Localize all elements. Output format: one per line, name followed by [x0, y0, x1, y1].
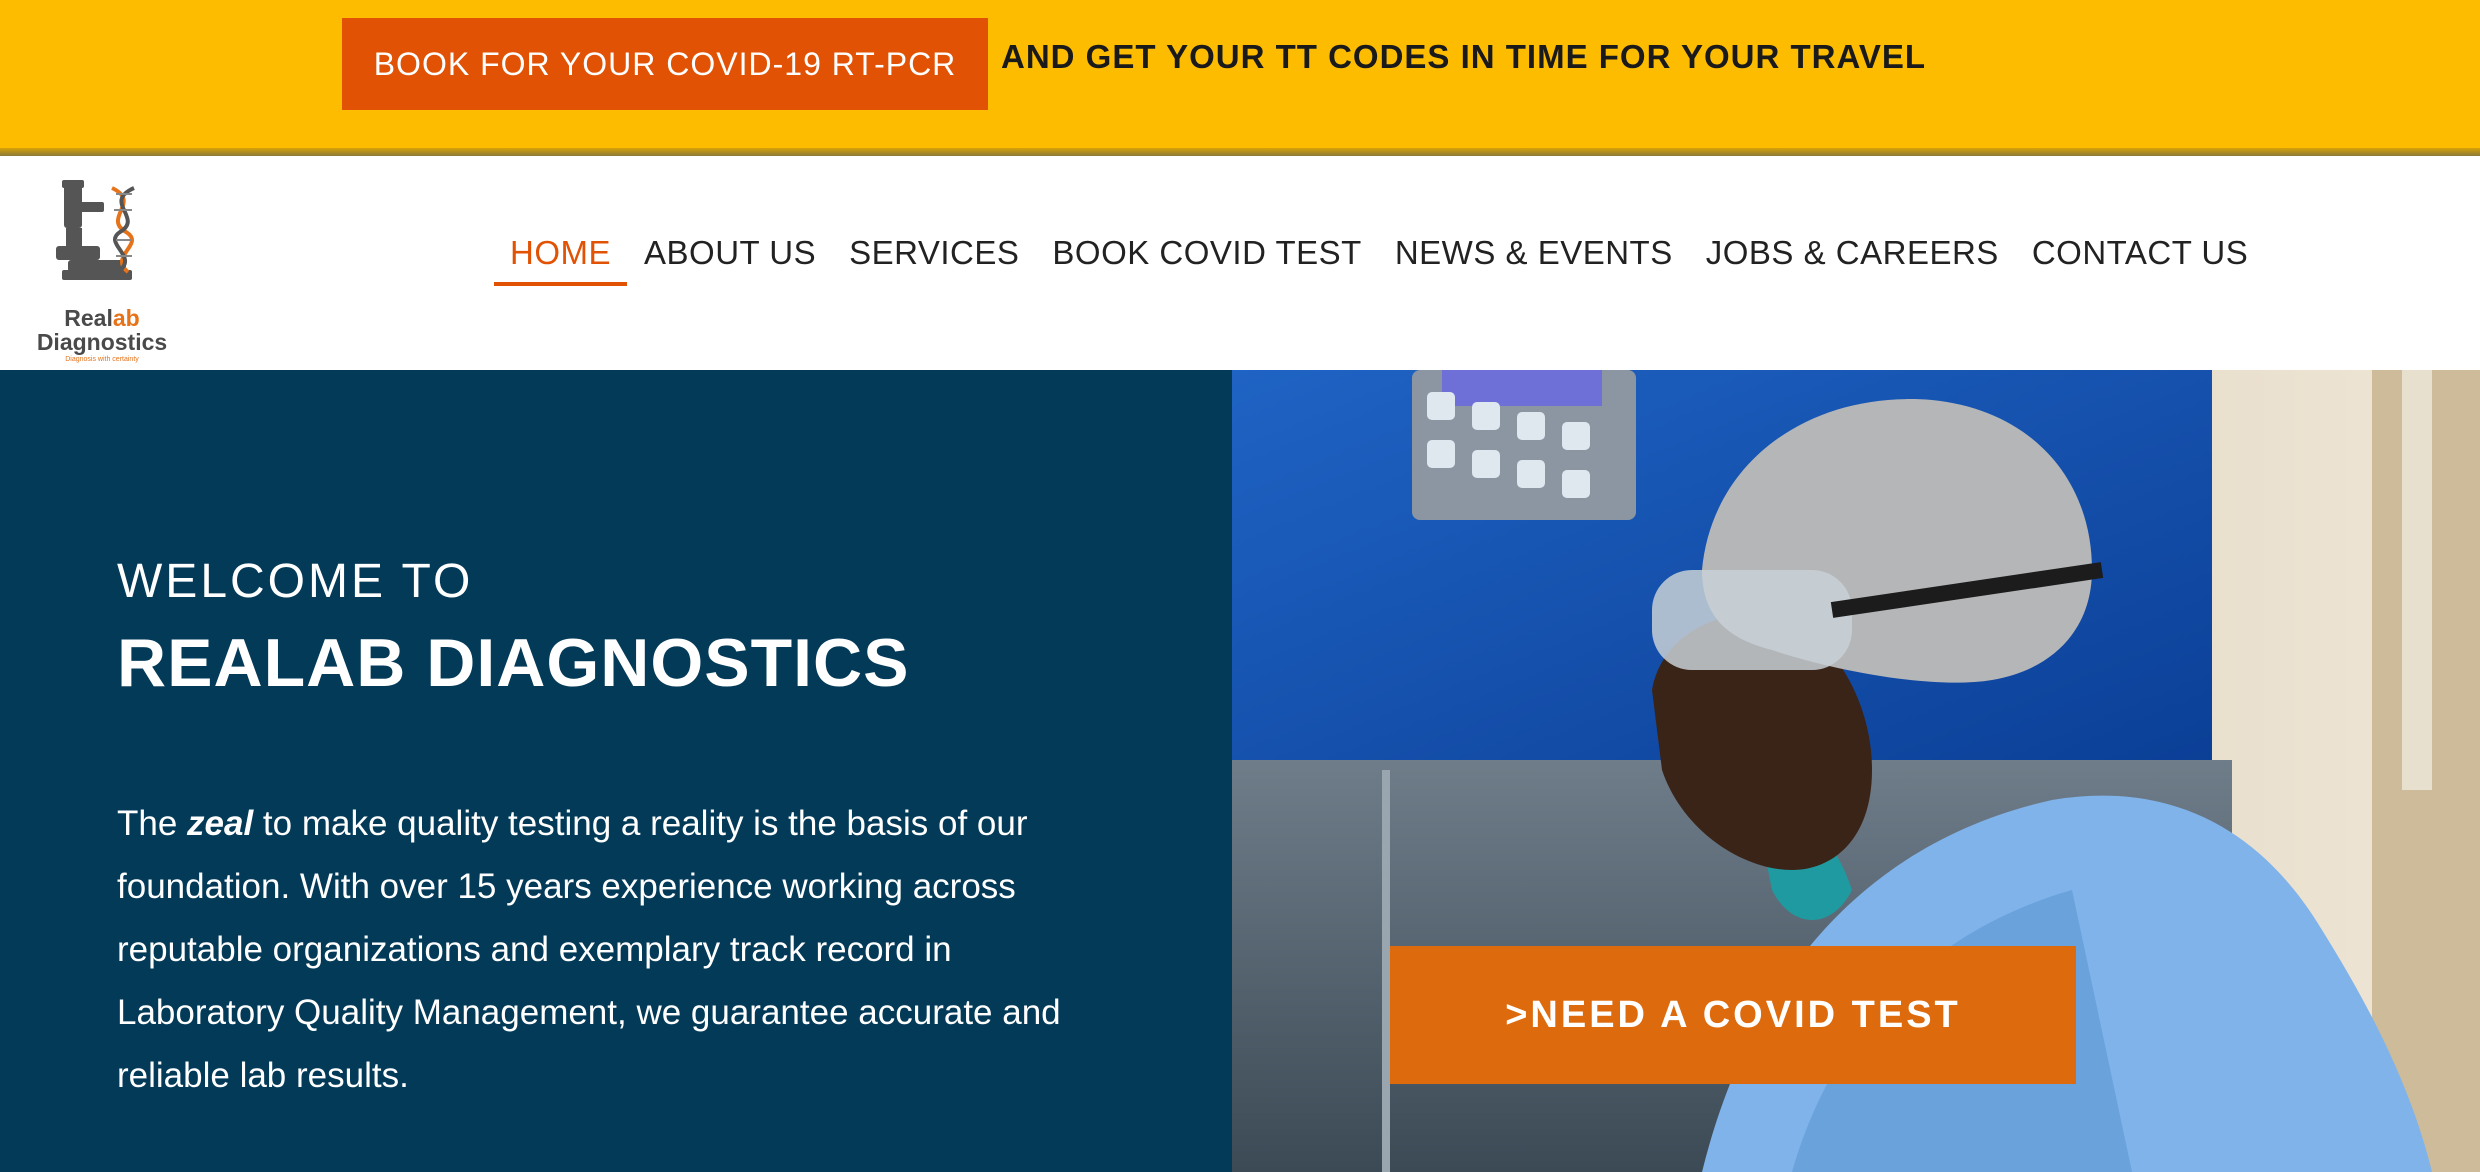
hero-description-start: The	[117, 804, 188, 843]
book-rt-pcr-button[interactable]: BOOK FOR YOUR COVID-19 RT-PCR	[342, 18, 988, 110]
hero-intro-panel: WELCOME TO REALAB DIAGNOSTICS The zeal t…	[0, 370, 1232, 1172]
nav-home[interactable]: HOME	[494, 226, 627, 286]
logo-name-part2: ab	[112, 305, 140, 331]
nav-jobs-careers[interactable]: JOBS & CAREERS	[1690, 226, 2015, 286]
main-nav: HOME ABOUT US SERVICES BOOK COVID TEST N…	[494, 226, 2265, 296]
nav-about-us[interactable]: ABOUT US	[628, 226, 832, 286]
need-covid-test-button[interactable]: >NEED A COVID TEST	[1390, 946, 2076, 1084]
hero-welcome: WELCOME TO	[117, 555, 474, 608]
promo-bar: BOOK FOR YOUR COVID-19 RT-PCR AND GET YO…	[0, 0, 2480, 156]
logo[interactable]: Realab Diagnostics Diagnosis with certai…	[24, 180, 180, 363]
hero-description: The zeal to make quality testing a reali…	[117, 792, 1077, 1107]
hero-description-emphasis: zeal	[187, 804, 254, 843]
logo-name: Realab	[24, 306, 180, 330]
logo-tagline: Diagnosis with certainty	[65, 356, 139, 363]
logo-name-part1: Real	[64, 305, 113, 331]
nav-news-events[interactable]: NEWS & EVENTS	[1379, 226, 1689, 286]
logo-name-line2: Diagnostics	[36, 329, 168, 355]
promo-text: AND GET YOUR TT CODES IN TIME FOR YOUR T…	[1001, 38, 1927, 75]
nav-contact-us[interactable]: CONTACT US	[2016, 226, 2264, 286]
hero-title: REALAB DIAGNOSTICS	[117, 625, 910, 701]
microscope-dna-icon	[56, 180, 135, 280]
site-header: Realab Diagnostics Diagnosis with certai…	[0, 156, 2480, 370]
hero-description-rest: to make quality testing a reality is the…	[117, 804, 1061, 1095]
nav-book-covid-test[interactable]: BOOK COVID TEST	[1036, 226, 1377, 286]
nav-services[interactable]: SERVICES	[833, 226, 1035, 286]
